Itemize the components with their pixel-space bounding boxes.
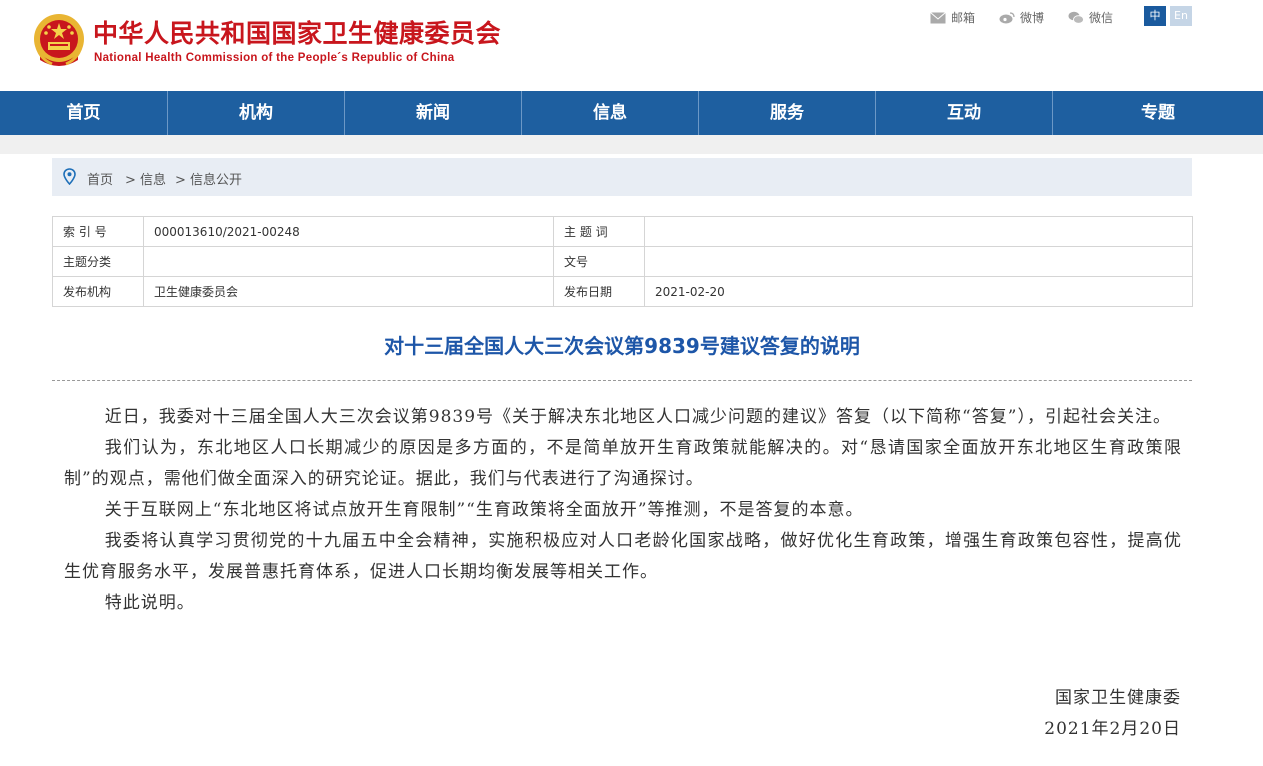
article-paragraph: 近日，我委对十三届全国人大三次会议第9839号《关于解决东北地区人口减少问题的建… [104,407,1171,427]
document-meta-table: 索 引 号 000013610/2021-00248 主 题 词 主题分类 文号… [52,216,1193,307]
article-paragraph: 关于互联网上“东北地区将试点放开生育限制”“生育政策将全面放开”等推测，不是答复… [104,500,864,520]
mail-icon [930,11,946,23]
location-pin-icon [63,168,76,185]
weibo-icon [999,11,1015,23]
meta-keyword-value [644,216,1193,247]
main-nav: 首页 机构 新闻 信息 服务 互动 专题 [0,91,1263,135]
meta-docno-value [644,246,1193,277]
breadcrumb-disclosure[interactable]: > 信息公开 [175,169,242,188]
article-body: 近日，我委对十三届全国人大三次会议第9839号《关于解决东北地区人口减少问题的建… [64,402,1182,619]
article-date: 2021年2月20日 [1044,719,1181,739]
site-header: 中华人民共和国国家卫生健康委员会 National Health Commiss… [0,0,1263,91]
nav-item-home[interactable]: 首页 [0,91,168,135]
mail-label: 邮箱 [951,11,976,25]
wechat-link[interactable]: 微信 [1068,9,1113,26]
meta-publisher-value: 卫生健康委员会 [143,276,554,307]
nav-spacer [0,135,1263,154]
breadcrumb-home[interactable]: 首页 [87,169,113,188]
meta-label: 发布机构 [52,276,144,307]
table-row: 索 引 号 000013610/2021-00248 主 题 词 [52,216,1193,247]
weibo-label: 微博 [1020,11,1045,25]
title-divider [52,380,1192,381]
article-paragraph: 特此说明。 [104,593,195,613]
table-row: 发布机构 卫生健康委员会 发布日期 2021-02-20 [52,276,1193,307]
breadcrumb-information[interactable]: > 信息 [125,169,166,188]
meta-label: 主 题 词 [553,216,645,247]
meta-label: 主题分类 [52,246,144,277]
meta-category-value [143,246,554,277]
article-paragraph: 我们认为，东北地区人口长期减少的原因是多方面的，不是简单放开生育政策就能解决的。… [64,438,1182,489]
nav-item-topics[interactable]: 专题 [1053,91,1263,135]
site-subtitle-en: National Health Commission of the People… [94,52,455,64]
nav-item-information[interactable]: 信息 [522,91,699,135]
nav-item-interaction[interactable]: 互动 [876,91,1053,135]
meta-label: 索 引 号 [52,216,144,247]
nav-item-institutions[interactable]: 机构 [168,91,345,135]
breadcrumb: 首页 > 信息 > 信息公开 [52,158,1192,196]
table-row: 主题分类 文号 [52,246,1193,277]
wechat-label: 微信 [1089,11,1114,25]
meta-label: 发布日期 [553,276,645,307]
lang-zh-button[interactable]: 中 [1144,6,1166,26]
wechat-icon [1068,11,1084,24]
meta-index-value: 000013610/2021-00248 [143,216,554,247]
national-emblem-icon[interactable] [32,12,86,70]
article-paragraph: 我委将认真学习贯彻党的十九届五中全会精神，实施积极应对人口老龄化国家战略，做好优… [64,531,1182,582]
meta-date-value: 2021-02-20 [644,276,1193,307]
site-title: 中华人民共和国国家卫生健康委员会 [93,19,502,48]
meta-label: 文号 [553,246,645,277]
mail-link[interactable]: 邮箱 [930,9,975,26]
nav-item-services[interactable]: 服务 [699,91,876,135]
lang-en-button[interactable]: En [1170,6,1192,26]
article-signature: 国家卫生健康委 [1055,688,1181,708]
nav-item-news[interactable]: 新闻 [345,91,522,135]
article-title: 对十三届全国人大三次会议第9839号建议答复的说明 [384,334,860,358]
weibo-link[interactable]: 微博 [999,9,1044,26]
